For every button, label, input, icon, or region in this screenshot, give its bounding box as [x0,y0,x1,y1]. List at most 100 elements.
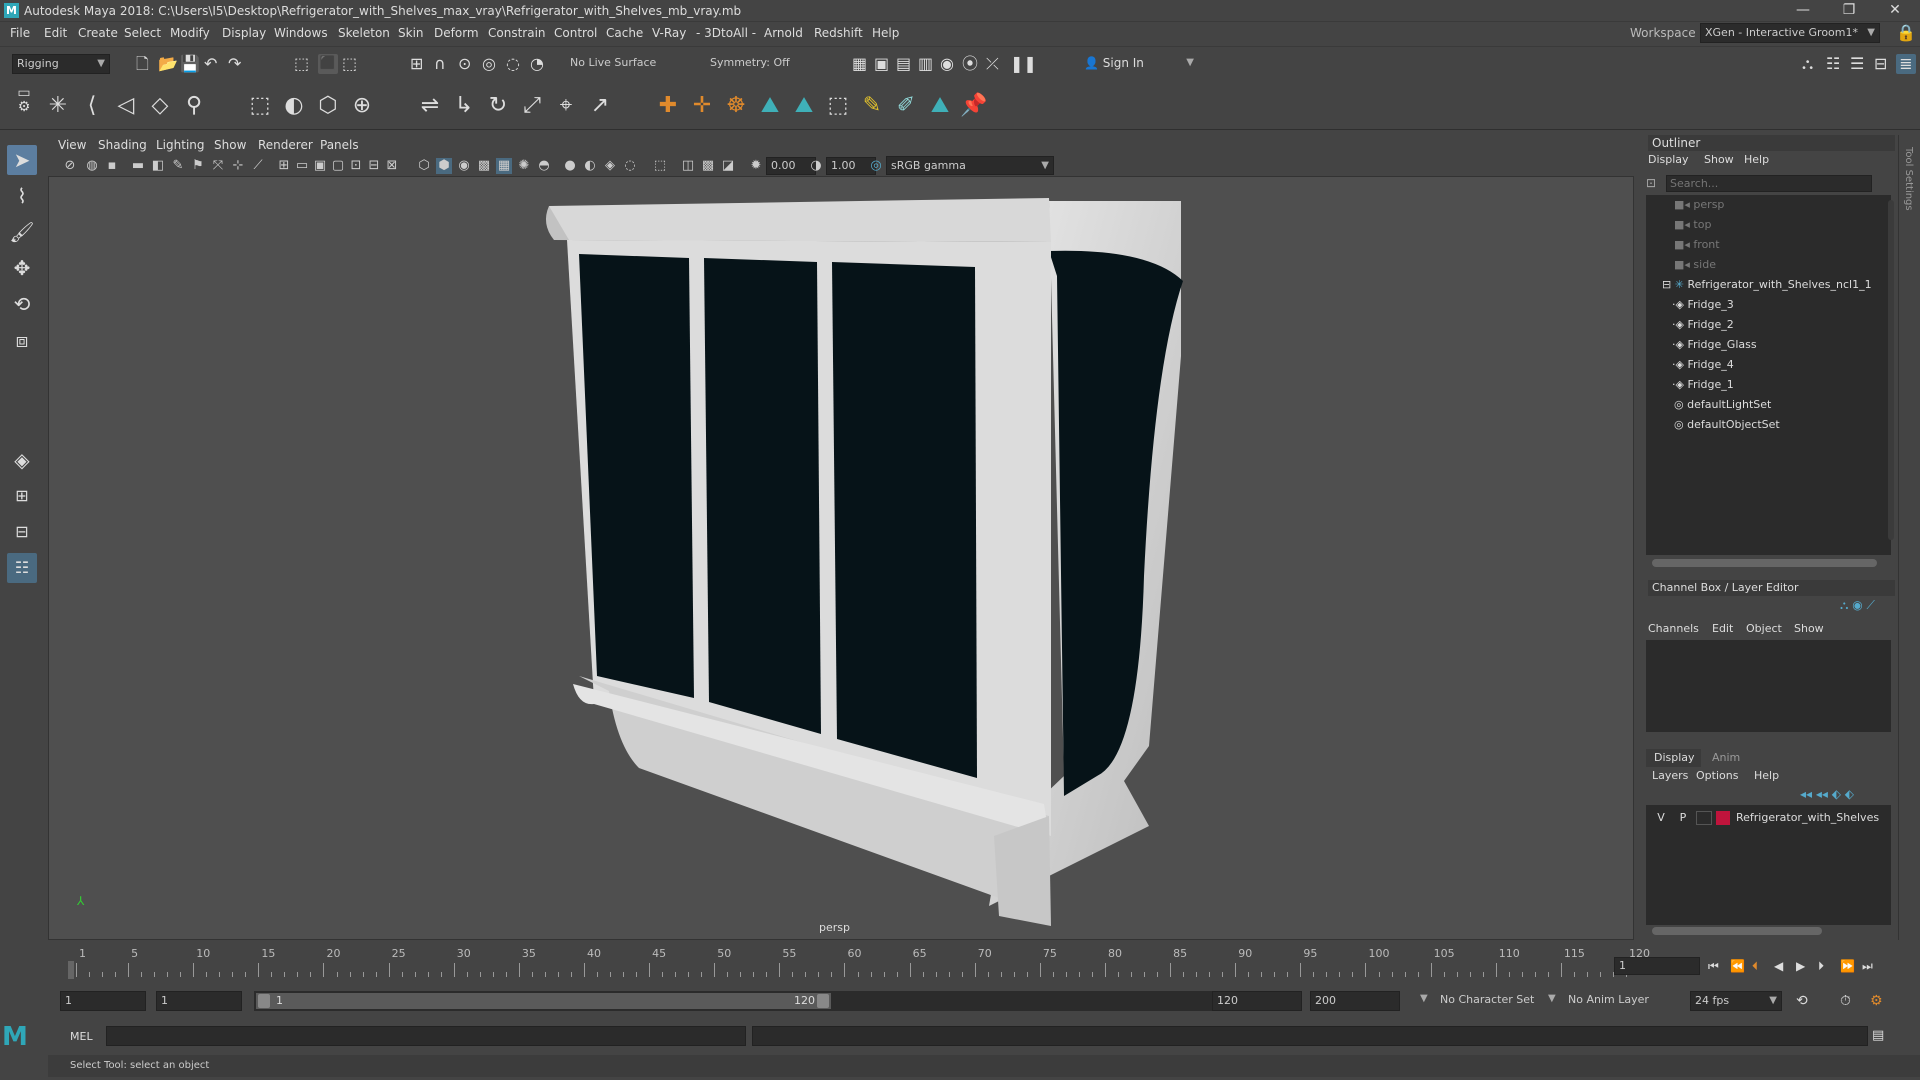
snap-view-icon[interactable]: ◎ [482,54,496,74]
safe-title-icon[interactable]: ⊠ [384,158,400,174]
playback-end-field[interactable]: 120 [1212,991,1302,1011]
step-back-frame-icon[interactable]: ⏴ [1752,956,1758,976]
outliner-item-persp[interactable]: ■◂ persp [1674,198,1724,211]
render-frame-icon[interactable]: ▣ [874,54,889,74]
channel-menu-object[interactable]: Object [1746,622,1782,635]
channel-box-tools-icon[interactable]: ⛬ ◉ ⟋ [1840,598,1875,613]
restore-button[interactable]: ❐ [1826,0,1872,22]
menu-display[interactable]: Display [222,26,266,40]
symmetry-dropdown[interactable]: Symmetry: Off [706,54,806,74]
camera-attr-icon[interactable]: ◍ [84,158,100,174]
scale-tool-icon[interactable]: ⧈ [7,325,37,355]
smooth-shade-icon[interactable]: ⬢ [436,158,452,174]
image-plane-icon[interactable]: ▬ [130,158,146,174]
vray-ipr-icon[interactable]: ⤫ [986,54,999,74]
attribute-editor-icon[interactable]: ☷ [1826,54,1840,74]
character-set-field[interactable]: No Character Set [1440,993,1534,1006]
paint-skin-icon[interactable]: ✐ [892,92,920,120]
layer-type-toggle[interactable] [1696,811,1712,825]
outliner-item-fridge-glass[interactable]: ·◈ Fridge_Glass [1672,338,1757,351]
isolate-select-icon[interactable]: ⬚ [652,158,668,174]
viewport-menu-view[interactable]: View [58,138,86,152]
command-input[interactable] [106,1026,746,1046]
outliner-search-input[interactable] [1666,175,1872,192]
animation-start-field[interactable]: 1 [60,991,146,1011]
outliner-item-fridge-3[interactable]: ·◈ Fridge_3 [1672,298,1734,311]
menu-windows[interactable]: Windows [274,26,328,40]
depth-of-field-icon[interactable]: ◈ [602,158,618,174]
redo-icon[interactable]: ↷ [228,54,241,74]
grid-icon[interactable]: ⊞ [276,158,292,174]
outliner-menu-display[interactable]: Display [1648,153,1689,166]
anim-layer-caret-icon[interactable]: ▼ [1548,993,1556,1004]
aim-constraint-icon[interactable]: ⌖ [552,92,580,120]
character-2-icon[interactable]: ⛰ [790,92,818,120]
go-to-start-icon[interactable]: ⏮ [1708,956,1719,976]
color-management-icon[interactable]: ◎ [868,158,884,174]
bookmark-icon[interactable]: ▪ [104,158,120,174]
menu-arnold[interactable]: Arnold [764,26,803,40]
anti-alias-icon[interactable]: ◐ [582,158,598,174]
xray-active-icon[interactable]: ▩ [700,158,716,174]
menu-help[interactable]: Help [872,26,899,40]
paint-select-tool-icon[interactable]: 🖌 [7,217,37,247]
tab-display[interactable]: Display [1646,749,1701,767]
channel-menu-channels[interactable]: Channels [1648,622,1699,635]
hypershade-icon[interactable]: ◉ [940,54,954,74]
menu-skin[interactable]: Skin [398,26,424,40]
field-chart-icon[interactable]: ⊡ [348,158,364,174]
snap-surface-icon[interactable]: ◌ [506,54,520,74]
script-editor-icon[interactable]: ▤ [1872,1026,1884,1046]
lock-icon[interactable]: 🔒 [1896,23,1916,43]
outliner-menu-help[interactable]: Help [1744,153,1769,166]
outliner-item-top[interactable]: ■◂ top [1674,218,1711,231]
grease-pencil-icon[interactable]: ✎ [170,158,186,174]
time-ruler[interactable]: 1 5 10 15 20 25 30 35 40 45 50 55 60 65 70 75 80 85 90 95 10… [66,947,1654,979]
snap-grid-icon[interactable]: ⊞ [410,54,423,74]
move-tool-icon[interactable]: ✥ [7,253,37,283]
select-object-icon[interactable]: ⬛ [318,54,338,74]
lasso-tool-icon[interactable]: ⌇ [7,181,37,211]
layer-menu-help[interactable]: Help [1754,769,1779,782]
tool-settings-tab[interactable]: Tool Settings [1903,147,1914,211]
viewport-menu-lighting[interactable]: Lighting [156,138,205,152]
connect-joint-icon[interactable]: ◇ [146,92,174,120]
xray-icon[interactable]: ◌ [622,158,638,174]
character-icon[interactable]: ⛰ [756,92,784,120]
menu-vray[interactable]: V-Ray [652,26,686,40]
menu-select[interactable]: Select [124,26,161,40]
channel-box-icon[interactable]: ≣ [1896,54,1916,74]
gamma-icon[interactable]: ◑ [808,158,824,174]
shadows-icon[interactable]: ✺ [516,158,532,174]
range-start-handle[interactable] [258,994,270,1008]
resolution-gate-icon[interactable]: ▣ [312,158,328,174]
gate-mask-icon[interactable]: ▢ [330,158,346,174]
smooth-bind-icon[interactable]: ◐ [280,92,308,120]
undo-icon[interactable]: ↶ [204,54,217,74]
loop-icon[interactable]: ⟲ [1796,991,1808,1011]
ao-icon[interactable]: ◓ [536,158,552,174]
blank-shelf-icon[interactable]: ⬚ [824,92,852,120]
layer-hscrollbar[interactable] [1652,927,1822,935]
camera-select-icon[interactable]: ⊘ [62,158,78,174]
wireframe-icon[interactable]: ⬡ [416,158,432,174]
outliner-item-fridge-4[interactable]: ·◈ Fridge_4 [1672,358,1734,371]
layer-menu-layers[interactable]: Layers [1652,769,1688,782]
sculpt-icon[interactable]: ⟋ [250,158,266,174]
locator-icon[interactable]: ✚ [654,92,682,120]
tool-settings-icon[interactable]: ☰ [1850,54,1864,74]
playback-start-field[interactable]: 1 [156,991,242,1011]
menu-cache[interactable]: Cache [606,26,643,40]
mel-label[interactable]: MEL [70,1030,93,1043]
lock-camera-icon[interactable]: ⊹ [230,158,246,174]
xray-joints-icon[interactable]: ◫ [680,158,696,174]
menu-deform[interactable]: Deform [434,26,479,40]
outliner-item-fridge-1[interactable]: ·◈ Fridge_1 [1672,378,1734,391]
select-hierarchy-icon[interactable]: ⬚ [294,54,309,74]
menu-constrain[interactable]: Constrain [488,26,546,40]
go-to-end-icon[interactable]: ⏭ [1862,956,1873,976]
save-scene-icon[interactable]: 💾 [180,54,200,74]
layer-playback-toggle[interactable]: P [1674,811,1692,827]
play-backward-icon[interactable]: ◀ [1774,956,1783,976]
lights-icon[interactable]: ▦ [496,158,512,174]
